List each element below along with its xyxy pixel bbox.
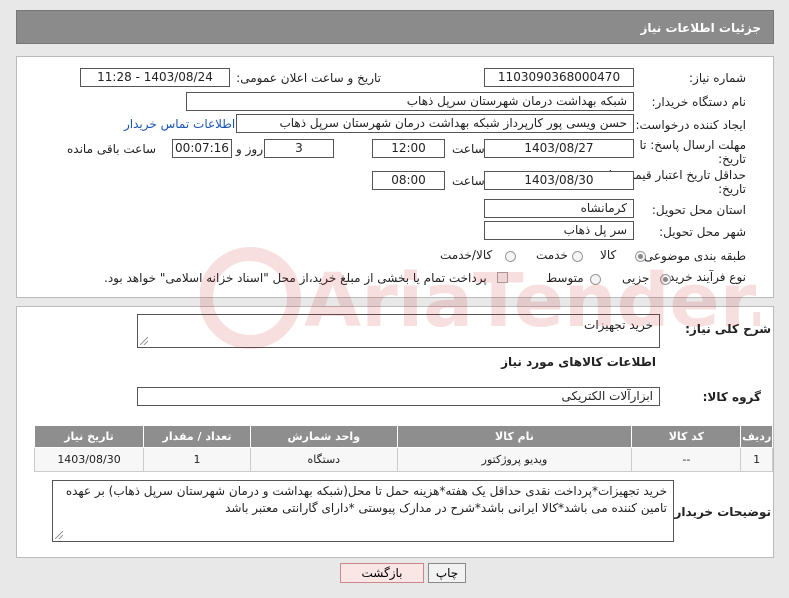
back-button[interactable]: بازگشت xyxy=(340,563,424,583)
col-name: نام کالا xyxy=(396,425,633,448)
process-radio-medium[interactable] xyxy=(590,274,601,285)
creator-label: ایجاد کننده درخواست: xyxy=(635,118,746,132)
category-option-service: خدمت xyxy=(536,248,568,262)
remaining-time-field: 00:07:16 xyxy=(172,139,232,158)
reply-deadline-label: مهلت ارسال پاسخ: تا xyxy=(639,138,746,152)
province-label: استان محل تحویل: xyxy=(651,203,746,217)
general-desc-text: خرید تجهیزات xyxy=(584,318,653,332)
process-radio-minor[interactable] xyxy=(660,274,671,285)
cell-date: 1403/08/30 xyxy=(33,447,145,472)
reply-date-field: 1403/08/27 xyxy=(484,139,634,158)
goods-group-label: گروه کالا: xyxy=(702,390,761,404)
buyer-org-field: شبکه بهداشت درمان شهرستان سرپل ذهاب xyxy=(186,92,634,111)
days-field: 3 xyxy=(264,139,334,158)
city-field: سر پل ذهاب xyxy=(484,221,634,240)
goods-table-header: ردیف کد کالا نام کالا واحد شمارش تعداد /… xyxy=(33,425,773,448)
announce-label: تاریخ و ساعت اعلان عمومی: xyxy=(236,71,381,85)
remaining-label: ساعت باقی مانده xyxy=(67,142,157,156)
general-desc-label: شرح کلی نیاز: xyxy=(685,322,771,336)
category-radio-both[interactable] xyxy=(505,251,516,262)
col-date: تاریخ نیاز xyxy=(33,425,145,448)
reply-time-label: ساعت xyxy=(452,142,485,156)
validity-date-field: 1403/08/30 xyxy=(484,171,634,190)
validity-time-label: ساعت xyxy=(452,174,485,188)
print-button[interactable]: چاپ xyxy=(428,563,466,583)
city-label: شهر محل تحویل: xyxy=(659,225,746,239)
cell-unit: دستگاه xyxy=(249,447,398,472)
category-radio-service[interactable] xyxy=(572,251,583,262)
resize-grip-icon[interactable] xyxy=(55,531,63,539)
cell-qty: 1 xyxy=(143,447,251,472)
category-label: طبقه بندی موضوعی: xyxy=(639,249,746,263)
buyer-notes-label: توضیحات خریدار: xyxy=(669,505,771,519)
payment-note: پرداخت تمام یا بخشی از مبلغ خرید،از محل … xyxy=(104,271,487,285)
process-option-medium: متوسط xyxy=(546,271,584,285)
need-number-field: 1103090368000470 xyxy=(484,68,634,87)
goods-info-title: اطلاعات کالاهای مورد نیاز xyxy=(501,355,656,369)
announce-field: 1403/08/24 - 11:28 xyxy=(80,68,230,87)
table-row: 1 -- ویدیو پروژکتور دستگاه 1 1403/08/30 xyxy=(33,447,773,472)
resize-grip-icon[interactable] xyxy=(140,337,148,345)
col-row: ردیف xyxy=(740,425,773,448)
col-qty: تعداد / مقدار xyxy=(143,425,251,448)
buyer-contact-link[interactable]: اطلاعات تماس خریدار xyxy=(124,117,235,131)
cell-code: -- xyxy=(631,447,742,472)
validity-label-2: تاریخ: xyxy=(718,182,746,196)
creator-field: حسن ویسی پور کارپرداز شبکه بهداشت درمان … xyxy=(236,114,634,133)
days-label: روز و xyxy=(236,142,263,156)
col-unit: واحد شمارش xyxy=(249,425,398,448)
col-code: کد کالا xyxy=(631,425,742,448)
buyer-notes-text: خرید تجهیزات*پرداخت نقدی حداقل یک هفته*ه… xyxy=(65,484,667,515)
page-title: جزئیات اطلاعات نیاز xyxy=(640,21,761,35)
category-radio-goods[interactable] xyxy=(635,251,646,262)
goods-table: ردیف کد کالا نام کالا واحد شمارش تعداد /… xyxy=(33,425,773,472)
buyer-org-label: نام دستگاه خریدار: xyxy=(651,95,747,109)
cell-row: 1 xyxy=(740,447,773,472)
buyer-notes-field: خرید تجهیزات*پرداخت نقدی حداقل یک هفته*ه… xyxy=(52,480,674,542)
page-header: جزئیات اطلاعات نیاز xyxy=(16,10,774,44)
reply-deadline-label-2: تاریخ: xyxy=(718,152,746,166)
cell-name: ویدیو پروژکتور xyxy=(396,447,633,472)
province-field: کرمانشاه xyxy=(484,199,634,218)
validity-time-field: 08:00 xyxy=(372,171,445,190)
category-option-both: کالا/خدمت xyxy=(440,248,493,262)
category-option-goods: کالا xyxy=(600,248,617,262)
reply-time-field: 12:00 xyxy=(372,139,445,158)
goods-group-field: ابزارآلات الکتریکی xyxy=(137,387,660,406)
general-desc-field: خرید تجهیزات xyxy=(137,314,660,348)
process-label: نوع فرآیند خرید : xyxy=(661,270,746,284)
need-number-label: شماره نیاز: xyxy=(689,71,746,85)
process-option-minor: جزیی xyxy=(622,271,650,285)
treasury-payment-checkbox[interactable] xyxy=(497,272,508,283)
